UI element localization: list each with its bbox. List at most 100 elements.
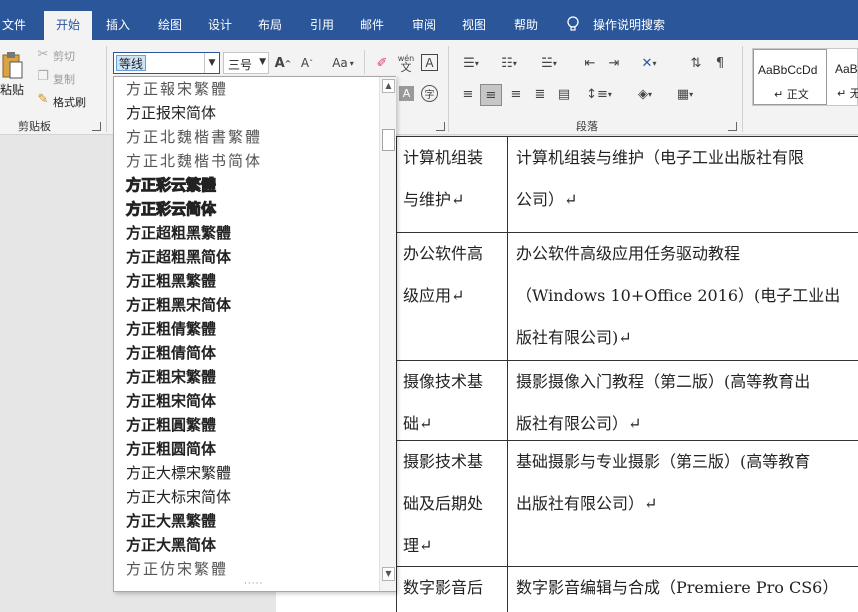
table-cell-textbook[interactable]: 计算机组装与维护（电子工业出版社有限 公司）↵ <box>516 137 856 221</box>
font-name-combo[interactable]: 等线 ▼ <box>113 52 220 74</box>
decrease-indent-icon[interactable]: ⇤ <box>580 54 600 72</box>
table-cell-course[interactable]: 数字影音后 <box>403 567 507 609</box>
char-border-icon[interactable]: A <box>421 54 438 71</box>
cut-label[interactable]: 剪切 <box>53 48 75 64</box>
font-list-item[interactable]: 方正粗倩繁體 <box>126 317 216 341</box>
tab-0[interactable]: 文件 <box>0 12 28 40</box>
tab-1[interactable]: 开始 <box>44 11 92 40</box>
font-launcher-icon[interactable] <box>436 122 445 131</box>
copy-label[interactable]: 复制 <box>53 71 75 87</box>
clipboard-launcher-icon[interactable] <box>92 122 101 131</box>
align-left-icon[interactable]: ≡ <box>458 84 478 104</box>
table-cell-course[interactable]: 计算机组装 与维护↵ <box>403 137 507 221</box>
align-right-icon[interactable]: ≡ <box>506 84 526 104</box>
font-list-item[interactable]: 方正粗宋繁體 <box>126 365 216 389</box>
grow-font-icon[interactable]: A ^ <box>274 54 292 72</box>
tab-7[interactable]: 邮件 <box>352 12 392 40</box>
font-list-item[interactable]: 方正北魏楷书简体 <box>126 149 262 173</box>
font-list-item[interactable]: 方正粗黑繁體 <box>126 269 216 293</box>
align-center-icon[interactable]: ≡ <box>480 84 502 106</box>
table-cell-course[interactable]: 摄影技术基 础及后期处 理↵ <box>403 441 507 567</box>
table-row[interactable]: 计算机组装 与维护↵ 计算机组装与维护（电子工业出版社有限 公司）↵ <box>396 136 858 232</box>
resize-grip-icon[interactable]: ····· <box>244 579 263 589</box>
course-table[interactable]: 计算机组装 与维护↵ 计算机组装与维护（电子工业出版社有限 公司）↵ 办公软件高 级应用↵… <box>396 136 858 612</box>
sort-icon[interactable]: ⇅ <box>686 54 706 72</box>
increase-indent-icon[interactable]: ⇥ <box>604 54 624 72</box>
table-row[interactable]: 摄像技术基 础↵ 摄影摄像入门教程（第二版）(高等教育出 版社有限公司）↵ <box>396 360 858 440</box>
tab-8[interactable]: 审阅 <box>404 12 444 40</box>
show-marks-icon[interactable]: ¶ <box>710 54 730 72</box>
table-row[interactable]: 摄影技术基 础及后期处 理↵ 基础摄影与专业摄影（第三版）(高等教育 出版社有限公司）↵ <box>396 440 858 566</box>
font-list-item[interactable]: 方正粗黑宋简体 <box>126 293 231 317</box>
justify-icon[interactable]: ≣ <box>530 84 550 104</box>
tab-9[interactable]: 视图 <box>454 12 494 40</box>
scroll-thumb[interactable] <box>382 129 395 151</box>
scroll-up-icon[interactable]: ▲ <box>382 79 395 93</box>
font-list-item[interactable]: 方正仿宋繁體 <box>126 557 228 581</box>
distributed-icon[interactable]: ▤ <box>554 84 574 104</box>
borders-icon[interactable]: ▦ ▾ <box>670 84 700 104</box>
table-cell-textbook[interactable]: 数字影音编辑与合成（Premiere Pro CS6） <box>516 567 856 609</box>
line-spacing-icon[interactable]: ↕≡ ▾ <box>584 84 614 104</box>
copy-icon[interactable]: ❐ <box>36 69 50 84</box>
char-shading-icon[interactable]: A <box>399 86 414 101</box>
style-normal[interactable]: AaBbCcDd ↵ 正文 <box>753 49 827 105</box>
tab-2[interactable]: 插入 <box>98 12 138 40</box>
font-list-item[interactable]: 方正彩云简体 <box>125 197 216 221</box>
font-name-input[interactable]: 等线 <box>116 55 147 71</box>
cut-icon[interactable]: ✂ <box>36 47 50 62</box>
bullets-icon[interactable]: ☰ ▾ <box>458 54 484 72</box>
font-size-input[interactable]: 三号 <box>228 56 252 73</box>
table-row[interactable]: 办公软件高 级应用↵ 办公软件高级应用任务驱动教程 （Windows 10+Offic… <box>396 232 858 360</box>
format-painter-label[interactable]: 格式刷 <box>53 94 86 110</box>
table-cell-textbook[interactable]: 基础摄影与专业摄影（第三版）(高等教育 出版社有限公司）↵ <box>516 441 856 525</box>
paragraph-launcher-icon[interactable] <box>728 122 737 131</box>
font-list-item[interactable]: 方正超粗黑简体 <box>126 245 231 269</box>
tab-4[interactable]: 设计 <box>200 12 240 40</box>
asian-layout-icon[interactable]: ✕ ▾ <box>632 54 666 72</box>
lightbulb-icon[interactable] <box>566 16 580 32</box>
paste-icon[interactable] <box>0 48 24 82</box>
font-list-item[interactable]: 方正大標宋繁體 <box>126 461 231 485</box>
style-no-spacing[interactable]: AaBb ↵ 无 <box>831 49 858 105</box>
tab-3[interactable]: 绘图 <box>150 12 190 40</box>
tab-11[interactable]: 操作说明搜索 <box>588 12 670 40</box>
font-list-item[interactable]: 方正彩云繁體 <box>125 173 216 197</box>
tab-5[interactable]: 布局 <box>250 12 290 40</box>
shrink-font-icon[interactable]: Aˇ <box>298 54 316 72</box>
chevron-down-icon[interactable]: ▼ <box>259 57 266 67</box>
font-list-item[interactable]: 方正大黑繁體 <box>126 509 216 533</box>
font-size-combo[interactable]: 三号 ▼ <box>223 52 269 74</box>
chevron-down-icon[interactable]: ▼ <box>204 53 219 73</box>
tab-6[interactable]: 引用 <box>302 12 342 40</box>
multilevel-list-icon[interactable]: ☱ ▾ <box>536 54 562 72</box>
change-case-icon[interactable]: Aa ▾ <box>328 54 358 72</box>
font-list-item[interactable]: 方正粗圆简体 <box>126 437 216 461</box>
format-painter-icon[interactable]: ✎ <box>36 92 50 107</box>
font-list-item[interactable]: 方正大黑简体 <box>126 533 216 557</box>
phonetic-guide-icon[interactable]: wén 文 <box>397 52 415 74</box>
scroll-down-icon[interactable]: ▼ <box>382 567 395 581</box>
font-list-item[interactable]: 方正粗圓繁體 <box>126 413 216 437</box>
font-list-item[interactable]: 方正北魏楷書繁體 <box>126 125 262 149</box>
table-cell-course[interactable]: 办公软件高 级应用↵ <box>403 233 507 317</box>
font-list-item[interactable]: 方正超粗黑繁體 <box>126 221 231 245</box>
table-cell-textbook[interactable]: 摄影摄像入门教程（第二版）(高等教育出 版社有限公司）↵ <box>516 361 856 445</box>
font-list-item[interactable]: 方正报宋简体 <box>126 101 216 125</box>
enclose-char-icon[interactable]: 字 <box>421 85 438 102</box>
font-list-item[interactable]: 方正報宋繁體 <box>126 77 228 101</box>
paste-label[interactable]: 粘贴 <box>0 81 24 98</box>
font-list-item[interactable]: 方正粗倩简体 <box>126 341 216 365</box>
numbering-icon[interactable]: ☷ ▾ <box>496 54 522 72</box>
font-list-item[interactable]: 方正大标宋简体 <box>126 485 231 509</box>
tab-10[interactable]: 帮助 <box>506 12 546 40</box>
cell-line: 数字影音编辑与合成（Premiere Pro CS6） <box>516 578 839 597</box>
font-dropdown-list[interactable]: ▲ ▼ ····· 方正報宋繁體 方正报宋简体 方正北魏楷書繁體 方正北魏楷书简体 方正… <box>113 76 396 592</box>
shading-icon[interactable]: ◈ ▾ <box>630 84 660 104</box>
font-list-item[interactable]: 方正粗宋简体 <box>126 389 216 413</box>
table-cell-textbook[interactable]: 办公软件高级应用任务驱动教程 （Windows 10+Office 2016）(电… <box>516 233 856 359</box>
table-cell-course[interactable]: 摄像技术基 础↵ <box>403 361 507 445</box>
scrollbar[interactable]: ▲ ▼ <box>379 77 396 591</box>
clear-format-icon[interactable]: ✐ <box>372 54 392 72</box>
table-row[interactable]: 数字影音后 数字影音编辑与合成（Premiere Pro CS6） <box>396 566 858 612</box>
